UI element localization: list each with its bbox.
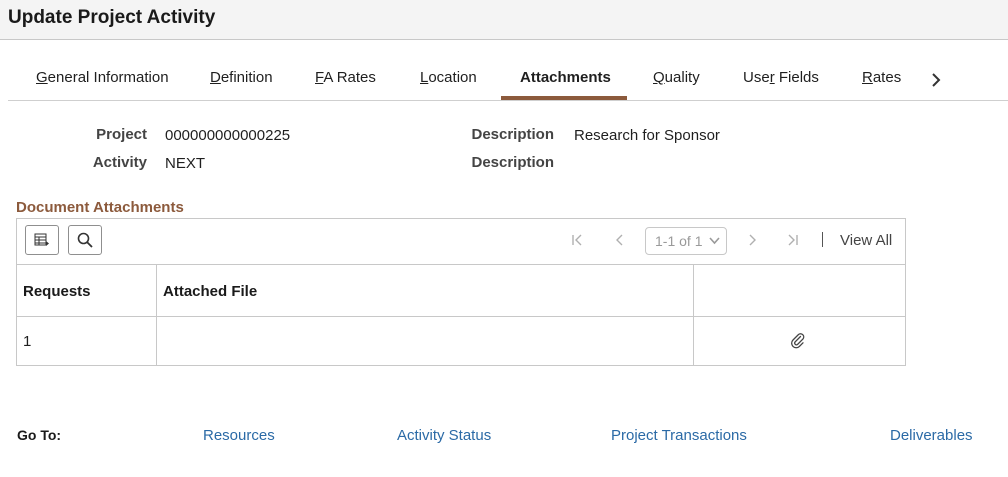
attachments-grid: 1-1 of 1 View All Requests Attached File… bbox=[16, 218, 906, 366]
goto-activity-status-link[interactable]: Activity Status bbox=[397, 427, 491, 444]
tab-quality[interactable]: Quality bbox=[653, 69, 700, 86]
pager-divider bbox=[822, 232, 823, 247]
next-page-button[interactable] bbox=[744, 230, 760, 250]
grid-settings-icon bbox=[34, 233, 49, 246]
last-page-button[interactable] bbox=[784, 230, 800, 250]
activity-label: Activity bbox=[92, 154, 147, 171]
title-bar: Update Project Activity bbox=[0, 0, 1008, 40]
tab-general-information[interactable]: General Information bbox=[36, 69, 169, 86]
table-row: 1 bbox=[17, 317, 905, 365]
tab-definition[interactable]: Definition bbox=[210, 69, 273, 86]
tabs-next-button[interactable] bbox=[926, 68, 946, 92]
document-attachments-title: Document Attachments bbox=[16, 199, 184, 216]
goto-resources-link[interactable]: Resources bbox=[203, 427, 275, 444]
tab-rates[interactable]: Rates bbox=[862, 69, 901, 86]
page-select[interactable]: 1-1 of 1 bbox=[645, 227, 727, 255]
tab-user-fields[interactable]: User Fields bbox=[743, 69, 819, 86]
activity-description-label: Description bbox=[471, 154, 554, 171]
tab-location[interactable]: Location bbox=[420, 69, 477, 86]
chevron-right-icon bbox=[932, 73, 941, 87]
personalize-grid-button[interactable] bbox=[25, 225, 59, 255]
tab-bar: General Information Definition FA Rates … bbox=[8, 60, 1008, 101]
activity-value: NEXT bbox=[165, 155, 206, 172]
first-page-icon bbox=[572, 234, 582, 246]
find-in-grid-button[interactable] bbox=[68, 225, 102, 255]
project-label: Project bbox=[96, 126, 147, 143]
previous-page-button[interactable] bbox=[612, 230, 628, 250]
goto-project-transactions-link[interactable]: Project Transactions bbox=[611, 427, 747, 444]
project-description-value: Research for Sponsor bbox=[574, 127, 720, 144]
requests-cell: 1 bbox=[23, 333, 32, 350]
tab-attachments[interactable]: Attachments bbox=[520, 69, 611, 86]
project-description-label: Description bbox=[471, 126, 554, 143]
pager-text: 1-1 of 1 bbox=[655, 233, 703, 249]
last-page-icon bbox=[788, 234, 798, 246]
search-icon bbox=[77, 232, 93, 248]
goto-label: Go To: bbox=[17, 427, 62, 443]
first-page-button[interactable] bbox=[570, 230, 586, 250]
attach-file-button[interactable] bbox=[787, 331, 809, 351]
active-tab-indicator bbox=[501, 96, 627, 100]
tab-fa-rates[interactable]: FA Rates bbox=[315, 69, 376, 86]
chevron-down-icon bbox=[709, 237, 720, 245]
view-all-link[interactable]: View All bbox=[840, 232, 892, 249]
column-header-requests: Requests bbox=[23, 283, 91, 300]
column-header-attached-file: Attached File bbox=[163, 283, 258, 300]
project-value: 000000000000225 bbox=[165, 127, 291, 144]
goto-deliverables-link[interactable]: Deliverables bbox=[890, 427, 973, 444]
chevron-left-icon bbox=[616, 234, 623, 246]
page-title: Update Project Activity bbox=[8, 7, 216, 28]
chevron-right-icon bbox=[749, 234, 756, 246]
grid-header-row: Requests Attached File bbox=[17, 264, 905, 317]
paperclip-icon bbox=[791, 333, 805, 349]
